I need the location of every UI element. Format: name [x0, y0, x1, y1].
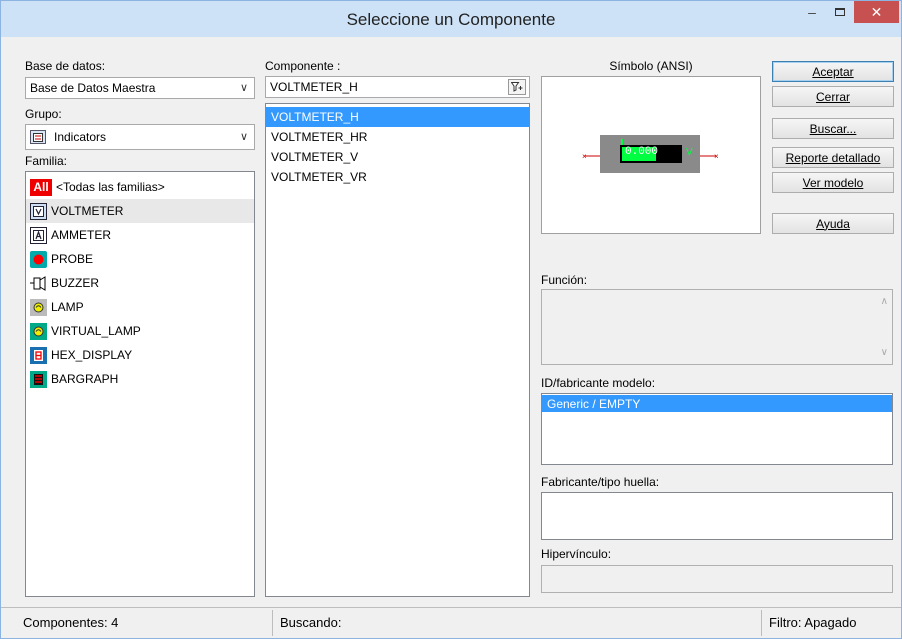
model-list[interactable]: Generic / EMPTY [541, 393, 893, 465]
symbol-label: Símbolo (ANSI) [609, 59, 693, 73]
title-bar[interactable]: Seleccione un Componente – ✕ [1, 1, 901, 37]
search-button[interactable]: Buscar... [772, 118, 894, 139]
family-item-all[interactable]: All <Todas las familias> [26, 175, 254, 199]
status-bar: Componentes: 4 Buscando: Filtro: Apagado [1, 607, 901, 639]
symbol-display-value: 0.000 [625, 146, 659, 158]
family-item-label: AMMETER [51, 228, 111, 242]
status-separator [761, 610, 762, 636]
minimize-icon: – [808, 4, 816, 20]
detailed-report-button[interactable]: Reporte detallado [772, 147, 894, 168]
function-label: Función: [541, 273, 588, 287]
svg-text:×: × [582, 152, 587, 161]
svg-text:×: × [714, 152, 719, 161]
family-item-label: <Todas las familias> [56, 180, 165, 194]
family-item-bargraph[interactable]: BARGRAPH [26, 367, 254, 391]
family-item-label: VOLTMETER [51, 204, 124, 218]
family-item-buzzer[interactable]: BUZZER [26, 271, 254, 295]
footprint-label: Fabricante/tipo huella: [541, 475, 660, 489]
component-input-value: VOLTMETER_H [270, 80, 358, 94]
filter-icon [511, 82, 523, 92]
accept-button[interactable]: Aceptar [772, 61, 894, 82]
filter-status: Filtro: Apagado [769, 615, 857, 630]
search-status: Buscando: [280, 615, 342, 630]
status-separator [272, 610, 273, 636]
maximize-button[interactable] [827, 1, 853, 23]
lamp-icon [30, 298, 47, 316]
chevron-down-icon: ∨ [239, 82, 248, 94]
component-item[interactable]: VOLTMETER_V [266, 147, 529, 167]
maximize-icon [835, 8, 845, 16]
component-item[interactable]: VOLTMETER_H [266, 107, 529, 127]
family-item-label: PROBE [51, 252, 94, 266]
filter-button[interactable] [508, 79, 526, 95]
group-label: Grupo: [25, 107, 62, 121]
virtual-lamp-icon [30, 322, 47, 340]
family-item-lamp[interactable]: LAMP [26, 295, 254, 319]
buzzer-icon [30, 275, 47, 292]
component-list[interactable]: VOLTMETER_H VOLTMETER_HR VOLTMETER_V VOL… [265, 103, 530, 597]
group-value: Indicators [54, 130, 107, 144]
family-item-label: HEX_DISPLAY [51, 348, 133, 362]
component-item[interactable]: VOLTMETER_HR [266, 127, 529, 147]
family-item-label: BARGRAPH [51, 372, 119, 386]
family-item-ammeter[interactable]: AMMETER [26, 223, 254, 247]
help-button[interactable]: Ayuda [772, 213, 894, 234]
close-icon: ✕ [870, 3, 883, 20]
voltmeter-icon [30, 202, 47, 220]
family-item-label: LAMP [51, 300, 84, 314]
database-value: Base de Datos Maestra [30, 81, 156, 95]
select-component-dialog: Seleccione un Componente – ✕ Base de dat… [0, 0, 902, 639]
component-search-input[interactable]: VOLTMETER_H [265, 76, 530, 98]
function-text[interactable]: ∧ ∨ [541, 289, 893, 365]
family-list[interactable]: All <Todas las familias> VOLTMETER AMMET… [25, 171, 255, 597]
hyperlink-label: Hipervínculo: [541, 547, 612, 561]
close-button[interactable]: Cerrar [772, 86, 894, 107]
family-item-virtual-lamp[interactable]: VIRTUAL_LAMP [26, 319, 254, 343]
chevron-down-icon: ∨ [239, 131, 248, 143]
indicator-icon [30, 130, 46, 144]
family-label: Familia: [25, 154, 68, 168]
symbol-preview: × × 0.000 V [541, 76, 761, 234]
symbol-unit: V [686, 147, 693, 158]
database-label: Base de datos: [25, 59, 106, 73]
component-label: Componente : [265, 59, 341, 73]
hyperlink-field[interactable] [541, 565, 893, 593]
ammeter-icon [30, 226, 47, 244]
family-item-voltmeter[interactable]: VOLTMETER [26, 199, 254, 223]
footprint-list[interactable] [541, 492, 893, 540]
bargraph-icon [30, 370, 47, 388]
model-label: ID/fabricante modelo: [541, 376, 656, 390]
database-select[interactable]: Base de Datos Maestra ∨ [25, 77, 255, 99]
close-window-button[interactable]: ✕ [854, 1, 899, 23]
family-item-hex-display[interactable]: HEX_DISPLAY [26, 343, 254, 367]
model-item[interactable]: Generic / EMPTY [542, 395, 892, 412]
view-model-button[interactable]: Ver modelo [772, 172, 894, 193]
component-item[interactable]: VOLTMETER_VR [266, 167, 529, 187]
family-item-probe[interactable]: PROBE [26, 247, 254, 271]
window-title: Seleccione un Componente [346, 10, 556, 29]
scroll-down-icon[interactable]: ∨ [881, 347, 888, 358]
all-families-icon: All [30, 178, 52, 196]
hex-display-icon [30, 346, 47, 364]
family-item-label: BUZZER [51, 276, 99, 290]
group-select[interactable]: Indicators ∨ [25, 124, 255, 150]
component-count: Componentes: 4 [23, 615, 119, 630]
scroll-up-icon[interactable]: ∧ [881, 296, 888, 307]
minimize-button[interactable]: – [799, 1, 825, 23]
family-item-label: VIRTUAL_LAMP [51, 324, 141, 338]
probe-icon [30, 250, 47, 268]
